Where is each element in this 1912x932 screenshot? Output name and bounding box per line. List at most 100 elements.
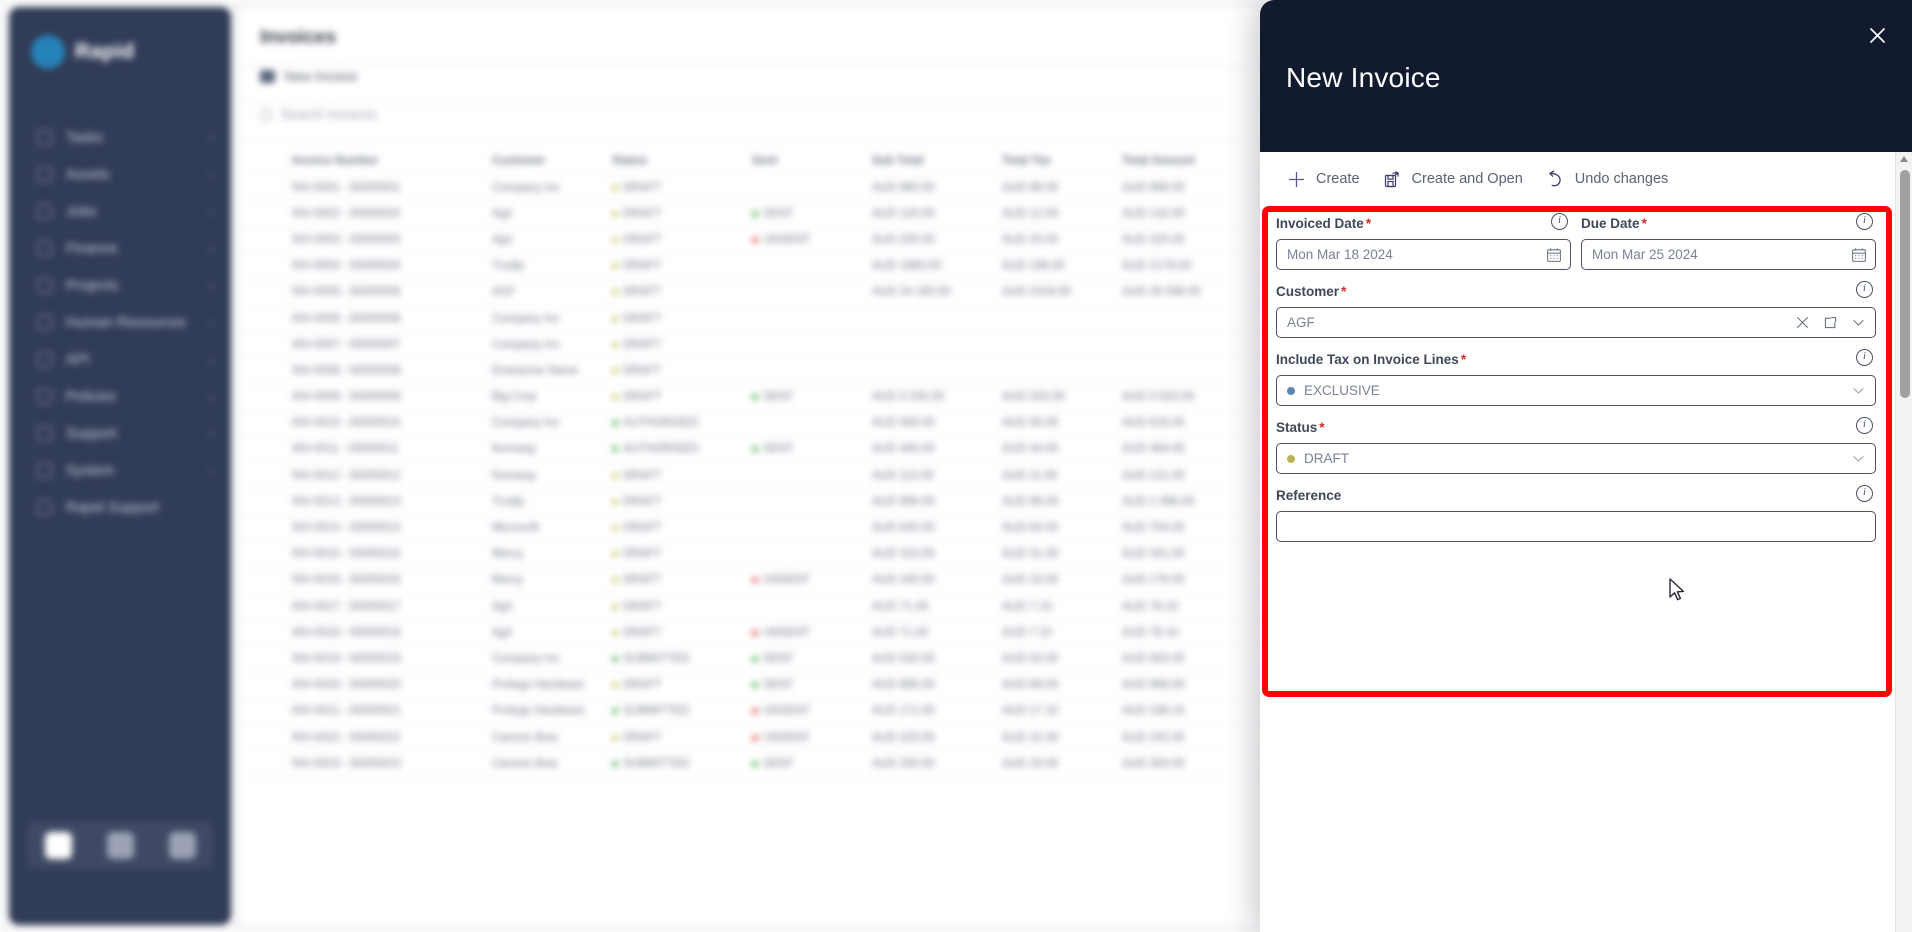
- status-select[interactable]: DRAFT: [1276, 443, 1876, 474]
- required-marker: *: [1319, 419, 1325, 435]
- status-label: SENT: [763, 207, 794, 220]
- sidebar-item-label: Jobs: [66, 203, 97, 220]
- due-date-value: Mon Mar 25 2024: [1592, 247, 1698, 262]
- status-label: SENT: [763, 443, 794, 456]
- table-cell: AUD 242.00: [1122, 731, 1185, 744]
- table-cell: AUD 363.00: [1122, 757, 1185, 770]
- table-cell: DRAFT: [604, 470, 744, 482]
- sidebar-bottom-mail-icon[interactable]: [151, 831, 213, 859]
- customer-input[interactable]: AGF: [1276, 307, 1876, 338]
- chevron-down-icon[interactable]: [1850, 450, 1867, 467]
- status-dot: [752, 577, 758, 584]
- open-external-icon[interactable]: [1822, 314, 1839, 331]
- invoiced-date-input[interactable]: Mon Mar 18 2024: [1276, 239, 1571, 270]
- include-tax-select[interactable]: EXCLUSIVE: [1276, 375, 1876, 406]
- status-label: SUBMITTED: [623, 705, 690, 718]
- sidebar-item-tasks[interactable]: Tasks ›: [9, 119, 231, 156]
- clear-icon[interactable]: [1794, 314, 1811, 331]
- table-cell: AUD 31.00: [1002, 548, 1059, 561]
- table-cell: Company Inc: [492, 417, 560, 430]
- sidebar-nav: Tasks › Assets › Jobs › Finance › Projects › Human…: [9, 119, 231, 526]
- table-cell: AUD 200.00: [872, 233, 935, 246]
- app-root: Rapid Tasks › Assets › Jobs › Finance › Projects…: [0, 0, 1912, 932]
- create-button[interactable]: Create: [1286, 165, 1372, 194]
- table-column-header: Sub Total: [872, 154, 924, 167]
- plus-icon: [1286, 169, 1307, 190]
- chevron-right-icon: ›: [209, 389, 213, 404]
- status-label: SENT: [763, 391, 794, 404]
- status-label: SENT: [763, 679, 794, 692]
- app-logo[interactable]: Rapid: [31, 35, 134, 69]
- table-cell: AUD 22.00: [1002, 731, 1059, 744]
- calendar-icon[interactable]: [1545, 246, 1562, 263]
- chevron-right-icon: ›: [209, 315, 213, 330]
- info-icon[interactable]: i: [1856, 213, 1873, 230]
- status-label: DRAFT: [623, 260, 662, 273]
- table-cell: AUD 616.00: [1122, 417, 1185, 430]
- table-cell: Agri: [492, 207, 513, 220]
- search-invoices-input[interactable]: Search Invoices: [260, 107, 377, 122]
- table-cell: UNSENT: [744, 732, 864, 744]
- new-invoice-button[interactable]: New Invoice: [260, 69, 358, 84]
- create-and-open-button[interactable]: Create and Open: [1382, 165, 1535, 194]
- sidebar-item-finance[interactable]: Finance ›: [9, 230, 231, 267]
- table-cell: AUD 880.00: [872, 679, 935, 692]
- drawer-scrollbar[interactable]: [1895, 152, 1912, 932]
- table-cell: AUD 310.00: [872, 548, 935, 561]
- calendar-icon[interactable]: [1850, 246, 1867, 263]
- undo-changes-button-label: Undo changes: [1574, 171, 1669, 187]
- table-cell: DRAFT: [604, 182, 744, 194]
- sidebar-item-api[interactable]: API ›: [9, 341, 231, 378]
- due-date-input[interactable]: Mon Mar 25 2024: [1581, 239, 1876, 270]
- table-cell: DRAFT: [604, 548, 744, 560]
- table-cell: DRAFT: [604, 627, 744, 639]
- include-tax-label: Include Tax on Invoice Lines *: [1276, 351, 1467, 367]
- info-icon[interactable]: i: [1856, 485, 1873, 502]
- undo-changes-button[interactable]: Undo changes: [1545, 165, 1681, 194]
- sidebar-item-label: System: [66, 462, 115, 479]
- field-include-tax: Include Tax on Invoice Lines * i EXCLUSIV…: [1276, 349, 1876, 406]
- sidebar-bottom-dashboard-icon[interactable]: [27, 831, 89, 859]
- sidebar-item-jobs[interactable]: Jobs ›: [9, 193, 231, 230]
- scroll-up-arrow-icon[interactable]: [1900, 156, 1908, 162]
- table-cell: Trudip: [492, 260, 525, 273]
- sidebar-bottom-reports-icon[interactable]: [89, 831, 151, 859]
- table-cell: AUD 71.00: [872, 626, 929, 639]
- sidebar-item-human-resources[interactable]: Human Resources ›: [9, 304, 231, 341]
- sidebar-item-projects[interactable]: Projects ›: [9, 267, 231, 304]
- table-cell: AUD 33.00: [1002, 757, 1059, 770]
- table-cell: Prolego Hardware: [492, 679, 585, 692]
- table-cell: UNSENT: [744, 627, 864, 639]
- table-column-header: Invoice Number: [292, 154, 379, 167]
- reference-input[interactable]: [1276, 511, 1876, 542]
- close-icon[interactable]: [1860, 18, 1894, 52]
- chevron-down-icon[interactable]: [1850, 314, 1867, 331]
- sidebar-item-rapid-support[interactable]: Rapid Support: [9, 489, 231, 526]
- info-icon[interactable]: i: [1551, 213, 1568, 230]
- sidebar-item-assets[interactable]: Assets ›: [9, 156, 231, 193]
- table-cell: AUD 560.00: [872, 417, 935, 430]
- table-cell: INV-0013 : 00000013: [292, 495, 401, 508]
- status-label: DRAFT: [623, 181, 662, 194]
- table-cell: AUD 7.10: [1002, 600, 1052, 613]
- scrollbar-thumb[interactable]: [1899, 170, 1910, 398]
- sidebar-item-icon: [37, 278, 52, 293]
- table-cell: AUD 12.00: [1002, 207, 1059, 220]
- status-dot: [612, 629, 618, 636]
- chevron-down-icon[interactable]: [1850, 382, 1867, 399]
- sidebar-item-system[interactable]: System ›: [9, 452, 231, 489]
- table-cell: Trudip: [492, 495, 525, 508]
- table-column-header: Customer: [492, 154, 546, 167]
- info-icon[interactable]: i: [1856, 417, 1873, 434]
- info-icon[interactable]: i: [1856, 349, 1873, 366]
- info-icon[interactable]: i: [1856, 281, 1873, 298]
- table-cell: DRAFT: [604, 732, 744, 744]
- sidebar-item-support[interactable]: Support ›: [9, 415, 231, 452]
- table-cell: AUD 968.00: [1122, 181, 1185, 194]
- table-cell: INV-0006 : 00000006: [292, 312, 401, 325]
- chevron-right-icon: ›: [209, 426, 213, 441]
- table-cell: AUD 160.00: [872, 574, 935, 587]
- status-dot: [752, 446, 758, 453]
- table-cell: INV-0008 : 00000008: [292, 364, 401, 377]
- sidebar-item-policies[interactable]: Policies ›: [9, 378, 231, 415]
